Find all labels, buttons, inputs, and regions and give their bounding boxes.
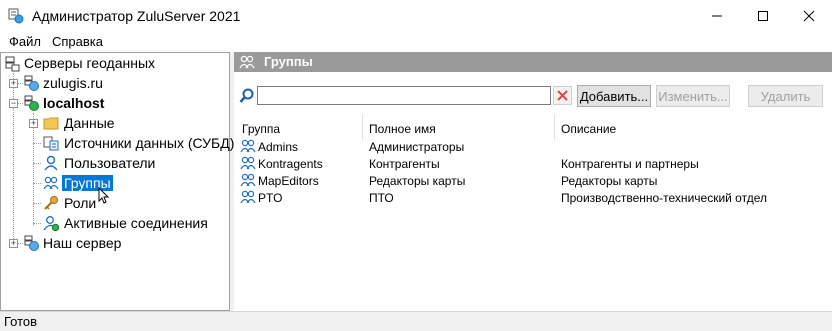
minimize-icon xyxy=(712,15,722,17)
group-icon xyxy=(240,139,256,153)
cell-group-name: Admins xyxy=(258,140,299,154)
column-separator[interactable] xyxy=(362,114,363,140)
tree-line xyxy=(33,113,34,225)
minimize-button[interactable] xyxy=(694,0,740,32)
panel-title: Группы xyxy=(264,54,313,69)
maximize-button[interactable] xyxy=(740,0,786,32)
group-icon xyxy=(43,176,59,190)
expand-toggle[interactable]: + xyxy=(9,79,18,88)
server-tree[interactable]: Серверы геоданных + zulugis.ru − localho… xyxy=(0,52,234,311)
groups-panel: Группы Добавить... Изменить... Удалить Г… xyxy=(234,52,832,311)
clear-icon xyxy=(557,90,568,101)
server-globe-icon xyxy=(24,235,39,251)
user-icon xyxy=(44,155,58,171)
connection-icon xyxy=(43,216,59,231)
app-icon xyxy=(8,8,24,24)
cell-full-name: Редакторы карты xyxy=(369,174,466,188)
tree-item-our-server[interactable]: Наш сервер xyxy=(43,235,121,251)
tree-line xyxy=(33,163,41,164)
key-icon xyxy=(44,196,58,210)
tree-line xyxy=(33,183,41,184)
tree-line xyxy=(33,143,41,144)
cell-full-name: ПТО xyxy=(369,191,394,205)
maximize-icon xyxy=(758,11,768,21)
tree-item-roles[interactable]: Роли xyxy=(64,195,96,211)
cell-full-name: Контрагенты xyxy=(369,157,440,171)
tree-root-label[interactable]: Серверы геоданных xyxy=(24,55,155,71)
servers-root-icon xyxy=(5,56,20,72)
tree-item-zulugis[interactable]: zulugis.ru xyxy=(43,75,103,91)
close-icon xyxy=(803,10,815,22)
panel-header: Группы xyxy=(234,52,832,72)
group-icon xyxy=(240,190,256,204)
cell-description: Производственно-технический отдел xyxy=(561,191,767,205)
menu-file[interactable]: Файл xyxy=(9,34,41,49)
tree-item-users[interactable]: Пользователи xyxy=(64,155,155,171)
server-online-icon xyxy=(24,95,39,111)
collapse-toggle[interactable]: − xyxy=(9,99,18,108)
mouse-cursor-icon xyxy=(98,187,110,204)
column-header-description[interactable]: Описание xyxy=(561,120,616,138)
menu-help[interactable]: Справка xyxy=(52,34,103,49)
column-separator[interactable] xyxy=(554,114,555,140)
group-icon xyxy=(240,156,256,170)
folder-icon xyxy=(43,117,59,130)
tree-item-datasources[interactable]: Источники данных (СУБД) xyxy=(64,135,234,151)
search-icon xyxy=(239,88,254,103)
column-header-fullname[interactable]: Полное имя xyxy=(369,120,436,138)
tree-item-connections[interactable]: Активные соединения xyxy=(64,215,208,231)
cell-description: Редакторы карты xyxy=(561,174,658,188)
cell-group-name: MapEditors xyxy=(258,174,319,188)
tree-line xyxy=(33,223,41,224)
server-globe-icon xyxy=(24,75,39,91)
cell-full-name: Администраторы xyxy=(369,140,465,154)
tree-item-data[interactable]: Данные xyxy=(64,115,115,131)
column-header-group[interactable]: Группа xyxy=(242,120,280,138)
cell-group-name: PTO xyxy=(258,191,283,205)
delete-button[interactable]: Удалить xyxy=(748,85,823,107)
tree-line xyxy=(33,203,41,204)
group-icon xyxy=(239,55,255,69)
cell-description: Контрагенты и партнеры xyxy=(561,157,699,171)
datasource-icon xyxy=(43,136,59,151)
cell-group-name: Kontragents xyxy=(258,157,323,171)
search-input[interactable] xyxy=(257,86,551,105)
window-title: Администратор ZuluServer 2021 xyxy=(32,8,241,24)
close-button[interactable] xyxy=(786,0,832,32)
status-bar: Готов xyxy=(0,311,832,331)
expand-toggle[interactable]: + xyxy=(9,239,18,248)
status-text: Готов xyxy=(4,314,38,329)
clear-search-button[interactable] xyxy=(553,86,572,105)
tree-item-localhost[interactable]: localhost xyxy=(43,95,104,111)
add-button[interactable]: Добавить... xyxy=(577,85,651,107)
menu-bar: Файл Справка xyxy=(0,32,832,52)
group-icon xyxy=(240,173,256,187)
expand-toggle[interactable]: + xyxy=(29,119,38,128)
edit-button[interactable]: Изменить... xyxy=(656,85,730,107)
title-bar: Администратор ZuluServer 2021 xyxy=(0,0,832,32)
